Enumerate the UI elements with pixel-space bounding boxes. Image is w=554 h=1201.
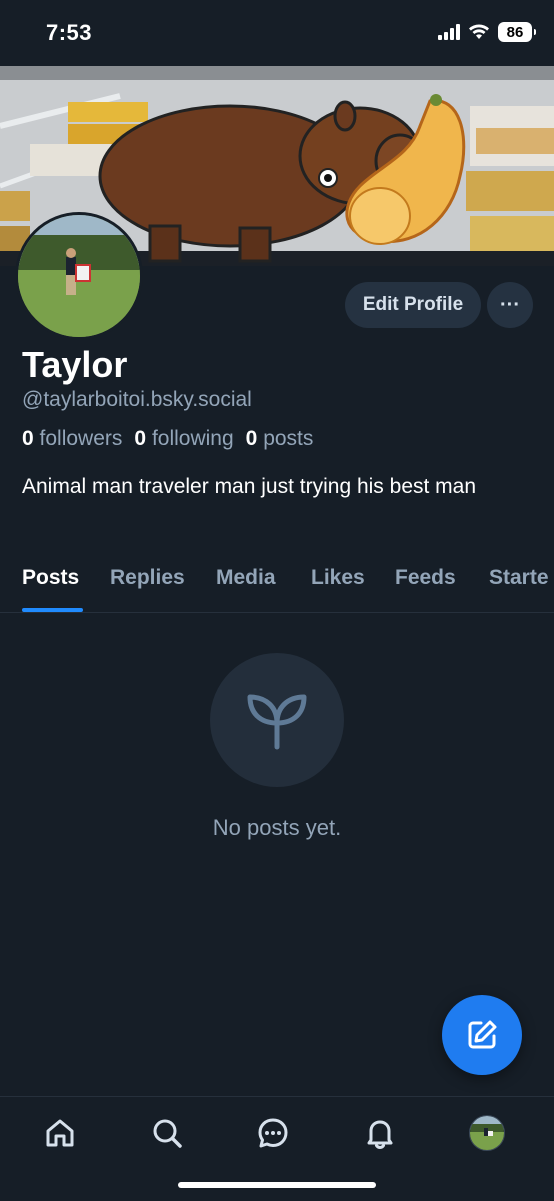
tab-media[interactable]: Media (216, 566, 276, 590)
compose-icon (468, 1020, 497, 1049)
posts-count: 0 (245, 427, 258, 450)
posts-stat: 0 posts (246, 427, 314, 451)
profile-avatar-small (469, 1115, 505, 1151)
profile-handle: @taylarboitoi.bsky.social (22, 388, 252, 411)
home-indicator (178, 1182, 376, 1188)
tab-feeds[interactable]: Feeds (395, 566, 456, 590)
nav-chat[interactable] (253, 1113, 293, 1153)
followers-label: followers (39, 427, 123, 450)
followers-stat[interactable]: 0 followers (22, 427, 122, 451)
profile-bio: Animal man traveler man just trying his … (22, 475, 477, 498)
nav-notifications[interactable] (360, 1113, 400, 1153)
posts-label: posts (263, 427, 314, 450)
tab-replies[interactable]: Replies (110, 566, 185, 590)
empty-state-text: No posts yet. (212, 815, 342, 840)
profile-tabs: Posts Replies Media Likes Feeds Starte (0, 556, 554, 613)
status-time: 7:53 (46, 20, 93, 45)
search-icon (153, 1119, 182, 1148)
more-options-button[interactable]: ··· (487, 282, 533, 328)
profile-avatar[interactable] (15, 212, 143, 340)
nav-home[interactable] (40, 1113, 80, 1153)
following-count: 0 (134, 427, 147, 450)
bell-icon (367, 1120, 393, 1150)
signal-icon (438, 24, 460, 40)
empty-state-icon-container (210, 653, 344, 787)
display-name: Taylor (22, 344, 128, 385)
tab-likes[interactable]: Likes (311, 566, 365, 590)
edit-profile-button[interactable]: Edit Profile (345, 282, 481, 328)
avatar-image (18, 215, 140, 337)
following-stat[interactable]: 0 following (134, 427, 233, 451)
avatar-thumbnail (470, 1116, 504, 1150)
nav-search[interactable] (147, 1113, 187, 1153)
status-bar: 7:53 86 (0, 0, 554, 66)
chat-icon (258, 1118, 288, 1148)
followers-count: 0 (22, 427, 34, 450)
active-tab-indicator (22, 608, 83, 612)
profile-stats: 0 followers 0 following 0 posts (22, 427, 313, 451)
home-icon (46, 1119, 74, 1147)
seedling-icon (247, 694, 307, 750)
status-icons: 86 (438, 22, 536, 42)
compose-post-button[interactable] (442, 995, 522, 1075)
battery-icon: 86 (498, 22, 536, 42)
wifi-icon (469, 24, 489, 39)
tab-posts[interactable]: Posts (22, 566, 79, 590)
nav-profile[interactable] (467, 1113, 507, 1153)
following-label: following (151, 427, 234, 450)
tab-starter-packs[interactable]: Starte (489, 566, 549, 590)
more-icon: ··· (500, 293, 520, 316)
